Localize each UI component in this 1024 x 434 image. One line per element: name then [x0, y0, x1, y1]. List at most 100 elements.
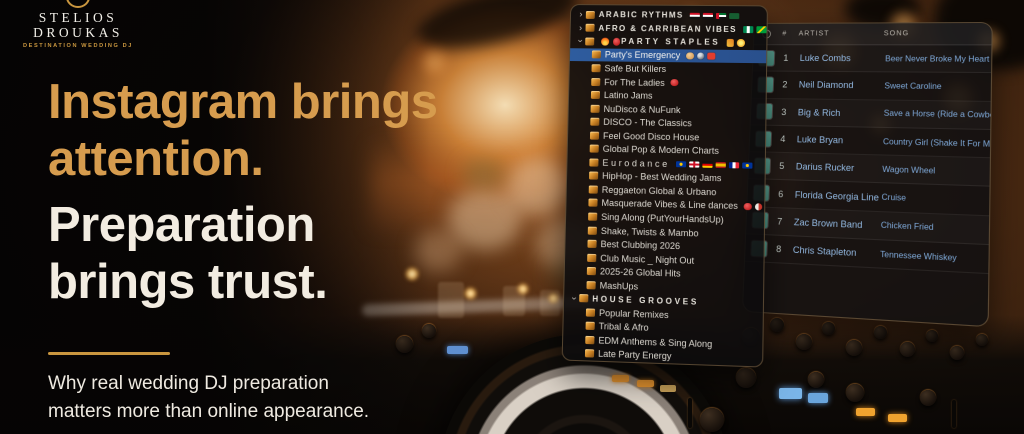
- track-artist: Florida Georgia Line: [794, 189, 880, 203]
- playlist-label: PARTY STAPLES: [620, 37, 721, 48]
- candle-flame: [549, 294, 558, 303]
- playlist-crate-icon: [589, 171, 599, 180]
- candle-flame: [518, 284, 528, 294]
- flag-iraq-icon: [702, 12, 714, 19]
- column-header-number[interactable]: #: [777, 31, 793, 38]
- headline-line: brings trust.: [48, 255, 328, 309]
- playlist-label: Sing Along (PutYourHandsUp): [601, 211, 724, 225]
- playlist-crate-icon: [589, 144, 599, 153]
- playlist-crate-icon: [579, 294, 589, 303]
- playlist-crate-icon: [585, 335, 595, 345]
- playlist-label: Late Party Energy: [598, 348, 672, 362]
- flag-eu-icon: [742, 161, 753, 169]
- flag-uae-icon: [715, 12, 727, 20]
- brand-logo: STELIOS DROUKAS DESTINATION WEDDING DJ: [20, 0, 136, 49]
- emoji-disco-icon: [696, 52, 705, 60]
- mixer-knob: [796, 334, 812, 350]
- track-row[interactable]: 1 Luke Combs Beer Never Broke My Heart: [752, 45, 992, 74]
- tracklist-panel: # ARTIST SONG 1 Luke Combs Beer Never Brok…: [741, 21, 993, 328]
- track-song: Sweet Caroline: [884, 81, 942, 92]
- flag-france-icon: [728, 161, 740, 169]
- led-screen: [808, 393, 828, 403]
- column-header-artist[interactable]: ARTIST: [799, 30, 884, 37]
- track-number: 4: [780, 133, 786, 145]
- crossfader-slot: [688, 398, 692, 428]
- playlist-label: AFRO & CARRIBEAN VIBES: [598, 23, 738, 34]
- gold-divider: [48, 352, 170, 355]
- flag-eu-icon: [675, 160, 687, 168]
- mixer-knob: [950, 346, 964, 360]
- playlist-label: Best Clubbing 2026: [600, 239, 681, 252]
- track-number: 7: [776, 216, 783, 227]
- emoji-masks-icon: [754, 202, 763, 211]
- headline-line: Preparation: [48, 198, 315, 252]
- playlist-crate-icon: [590, 104, 600, 113]
- track-number: 3: [781, 106, 787, 117]
- column-header-song[interactable]: SONG: [884, 30, 992, 37]
- playlist-crate-icon: [585, 308, 596, 317]
- led-pad: [888, 414, 907, 422]
- emoji-sos-icon: [707, 52, 716, 60]
- playlist-crate-icon: [591, 77, 601, 86]
- mixer-knob: [976, 334, 988, 346]
- brand-name-line1: STELIOS: [38, 10, 118, 25]
- flag-saudi-icon: [729, 12, 740, 20]
- playlist-crate-icon: [585, 10, 595, 19]
- track-artist: Luke Combs: [799, 53, 851, 64]
- led-pad: [612, 375, 629, 382]
- playlist-crate-icon: [585, 24, 595, 33]
- mixer-knob: [926, 330, 938, 342]
- emoji-clap-icon: [686, 52, 694, 60]
- mixer-knob: [736, 368, 756, 388]
- led-pad: [660, 385, 676, 392]
- monogram-icon: [66, 0, 90, 8]
- playlist-label: 2025-26 Global Hits: [599, 266, 681, 279]
- track-number: 2: [782, 79, 788, 90]
- track-artist: Neil Diamond: [798, 80, 854, 91]
- playlist-crate-icon: [591, 50, 601, 59]
- banner-root: STELIOS DROUKAS DESTINATION WEDDING DJ I…: [0, 0, 1024, 434]
- subheadline-line: Why real wedding DJ preparation: [48, 373, 329, 394]
- mixer-knob: [874, 326, 887, 339]
- playlist-label: Global Pop & Modern Charts: [602, 144, 720, 157]
- playlist-crate-icon: [589, 158, 599, 167]
- chevron-down-icon[interactable]: ›: [570, 294, 580, 302]
- mixer-knob: [846, 384, 864, 402]
- playlist-label: Latino Jams: [603, 90, 653, 101]
- playlist-crate-icon: [590, 90, 601, 100]
- flag-spain-icon: [715, 161, 726, 169]
- led-pad: [856, 408, 875, 416]
- mixer-knob: [808, 372, 824, 388]
- track-song: Chicken Fried: [880, 220, 934, 233]
- playlist-crate-icon: [588, 185, 598, 194]
- track-song: Beer Never Broke My Heart: [885, 53, 990, 64]
- track-artist: Darius Rucker: [795, 161, 855, 174]
- emoji-party-icon: [726, 38, 735, 47]
- playlist-crate-icon: [591, 64, 601, 73]
- playlist-panel: › ARABIC RYTHMS › AFRO & CARRIBEAN VIBES › PA…: [561, 4, 768, 368]
- chevron-right-icon[interactable]: ›: [577, 9, 585, 19]
- led-screen: [779, 388, 802, 399]
- playlist-label: NuDisco & NuFunk: [603, 103, 681, 115]
- playlist-crate-icon: [586, 267, 597, 276]
- emoji-fire-icon: [601, 37, 609, 46]
- emoji-dancer-icon: [670, 78, 679, 87]
- track-row[interactable]: 2 Neil Diamond Sweet Caroline: [751, 71, 992, 102]
- chevron-right-icon[interactable]: ›: [577, 23, 585, 33]
- track-number: 1: [783, 53, 789, 63]
- playlist-label: Reggaeton Global & Urbano: [601, 184, 717, 198]
- playlist-label: Feel Good Disco House: [602, 130, 700, 143]
- chevron-down-icon[interactable]: ›: [576, 37, 586, 45]
- track-number: 6: [778, 188, 784, 199]
- brand-name-line2: DROUKAS: [33, 25, 123, 40]
- mixer-knob: [822, 322, 835, 335]
- playlist-label: Shake, Twists & Mambo: [600, 225, 699, 238]
- playlist-crate-icon: [585, 321, 595, 331]
- playlist-label: Tribal & Afro: [598, 321, 649, 334]
- playlist-crate-icon: [589, 131, 600, 140]
- playlist-label: ARABIC RYTHMS: [598, 10, 684, 20]
- emoji-dancer-icon: [612, 37, 621, 46]
- track-artist: Big & Rich: [797, 107, 841, 118]
- playlist-crate-icon: [590, 117, 600, 126]
- playlist-label: Club Music _ Night Out: [600, 252, 695, 266]
